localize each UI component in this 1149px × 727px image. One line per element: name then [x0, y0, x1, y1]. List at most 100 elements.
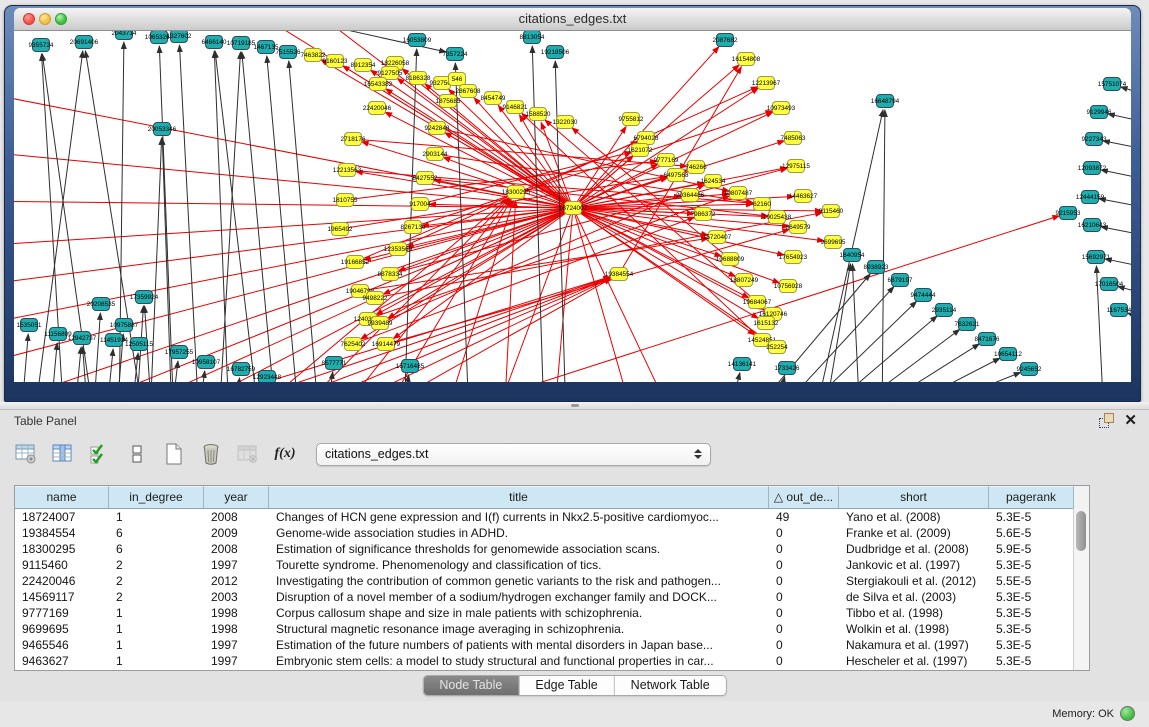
- selected-edge[interactable]: [494, 208, 573, 382]
- selected-node[interactable]: 8186328: [406, 72, 431, 85]
- close-panel-icon[interactable]: ✕: [1124, 413, 1137, 428]
- table-row[interactable]: 1872400712008Changes of HCN gene express…: [15, 509, 1089, 525]
- network-canvas[interactable]: 1872400774638229160123891235418226058912…: [14, 31, 1131, 382]
- node[interactable]: 15692971: [1082, 251, 1111, 264]
- edge[interactable]: [159, 46, 174, 382]
- show-columns-icon[interactable]: [51, 442, 75, 466]
- node[interactable]: 1733426: [775, 362, 800, 375]
- selected-node[interactable]: 22420046: [363, 102, 392, 115]
- selected-node[interactable]: 1588520: [526, 108, 551, 121]
- tab-network-table[interactable]: Network Table: [615, 676, 726, 695]
- edge[interactable]: [1121, 87, 1131, 101]
- node[interactable]: 9245652: [1017, 363, 1042, 376]
- node[interactable]: 6466140: [202, 36, 227, 49]
- selected-node[interactable]: 8427552: [413, 172, 438, 185]
- edge[interactable]: [83, 347, 88, 382]
- table-row[interactable]: 969969511998Structural magnetic resonanc…: [15, 621, 1089, 637]
- selected-node[interactable]: 8649579: [786, 221, 811, 234]
- close-traffic-light-icon[interactable]: [23, 13, 35, 25]
- edge[interactable]: [267, 56, 299, 382]
- selected-edge[interactable]: [14, 208, 573, 246]
- node[interactable]: 7632621: [955, 318, 980, 331]
- selected-edge[interactable]: [14, 91, 573, 208]
- node[interactable]: 12093872: [1078, 162, 1107, 175]
- selected-node[interactable]: 16154808: [732, 53, 761, 66]
- edge[interactable]: [289, 61, 319, 382]
- selected-node[interactable]: 15720407: [703, 231, 732, 244]
- edge[interactable]: [233, 378, 240, 382]
- selected-edge[interactable]: [244, 198, 509, 382]
- selected-node[interactable]: 8454749: [481, 92, 506, 105]
- column-header-year[interactable]: year: [204, 486, 269, 508]
- selected-node[interactable]: 1621072: [628, 144, 653, 157]
- selected-node[interactable]: 252254: [766, 341, 788, 354]
- edge[interactable]: [404, 49, 417, 382]
- table-row[interactable]: 1938455462009Genome-wide association stu…: [15, 525, 1089, 541]
- selected-node[interactable]: 2903144: [423, 148, 448, 161]
- table-row[interactable]: 1456911722003Disruption of a novel membe…: [15, 589, 1089, 605]
- node[interactable]: 9215953: [1056, 207, 1081, 220]
- edge[interactable]: [555, 61, 566, 382]
- node[interactable]: 15751074: [1098, 78, 1127, 91]
- selected-node[interactable]: 7485063: [781, 132, 806, 145]
- node[interactable]: 6879197: [888, 274, 913, 287]
- delete-table-icon[interactable]: [199, 442, 223, 466]
- node[interactable]: 16210643: [1078, 219, 1107, 232]
- node[interactable]: 7515526: [276, 46, 301, 59]
- selected-node[interactable]: 8912354: [351, 59, 376, 72]
- selected-node[interactable]: 1322030: [553, 116, 578, 129]
- selected-node[interactable]: 9160123: [323, 55, 348, 68]
- selected-node[interactable]: 20364486: [676, 189, 705, 202]
- selected-node[interactable]: 17654923: [779, 251, 808, 264]
- column-header-name[interactable]: name: [15, 486, 109, 508]
- splitter-grip-icon[interactable]: [571, 404, 579, 407]
- function-builder-icon[interactable]: f(x): [273, 442, 297, 466]
- table-row[interactable]: 1830029562008Estimation of significance …: [15, 541, 1089, 557]
- edge[interactable]: [21, 334, 28, 382]
- new-table-icon[interactable]: [162, 442, 186, 466]
- selected-node[interactable]: 546: [449, 73, 466, 86]
- table-row[interactable]: 946554611997Estimation of the future num…: [15, 637, 1089, 653]
- edge[interactable]: [882, 110, 885, 382]
- node[interactable]: 2935114: [932, 304, 957, 317]
- selected-edge[interactable]: [14, 208, 573, 366]
- selected-node[interactable]: 9755812: [619, 113, 644, 126]
- node[interactable]: 1640954: [840, 249, 865, 262]
- node[interactable]: 20053346: [148, 123, 177, 136]
- node[interactable]: 1535051: [17, 319, 42, 332]
- node[interactable]: 9129946: [1087, 106, 1112, 119]
- panel-splitter[interactable]: [0, 402, 1149, 409]
- edge[interactable]: [1118, 286, 1131, 299]
- float-panel-icon[interactable]: [1099, 413, 1114, 428]
- node[interactable]: 19218506: [541, 46, 570, 59]
- selected-node[interactable]: 10025438: [763, 211, 792, 224]
- selected-node[interactable]: 12975115: [782, 160, 810, 173]
- edge[interactable]: [179, 45, 199, 382]
- edge[interactable]: [852, 264, 860, 382]
- selected-node[interactable]: 1965492: [328, 223, 353, 236]
- table-row[interactable]: 911546021997Tourette syndrome. Phenomeno…: [15, 557, 1089, 573]
- selected-edge[interactable]: [504, 201, 516, 382]
- node[interactable]: 12444159: [1076, 191, 1105, 204]
- selected-node[interactable]: 62160: [753, 198, 771, 211]
- edge[interactable]: [85, 51, 144, 382]
- network-graph[interactable]: 1872400774638229160123891235418226058912…: [14, 31, 1131, 382]
- node[interactable]: 10719185: [227, 37, 256, 50]
- selected-edge[interactable]: [353, 217, 695, 344]
- network-window-titlebar[interactable]: citations_edges.txt: [14, 8, 1131, 31]
- node[interactable]: 17016504: [1095, 278, 1124, 291]
- edge[interactable]: [1127, 313, 1131, 326]
- node[interactable]: 7357224: [443, 48, 468, 61]
- selected-node[interactable]: 746266: [685, 161, 707, 174]
- node[interactable]: 16053809: [403, 34, 432, 47]
- selected-node[interactable]: 10688809: [716, 253, 745, 266]
- node[interactable]: 8471676: [975, 333, 1000, 346]
- selected-node[interactable]: 10756928: [774, 280, 803, 293]
- select-attributes-icon[interactable]: [88, 442, 112, 466]
- selected-node[interactable]: 14463627: [789, 190, 818, 203]
- table-row[interactable]: 2242004622012Investigating the contribut…: [15, 573, 1089, 589]
- table-options-icon[interactable]: [14, 442, 38, 466]
- selected-node[interactable]: 7625402: [341, 338, 366, 351]
- row-height-icon[interactable]: [125, 442, 149, 466]
- selected-node[interactable]: 917004: [409, 198, 431, 211]
